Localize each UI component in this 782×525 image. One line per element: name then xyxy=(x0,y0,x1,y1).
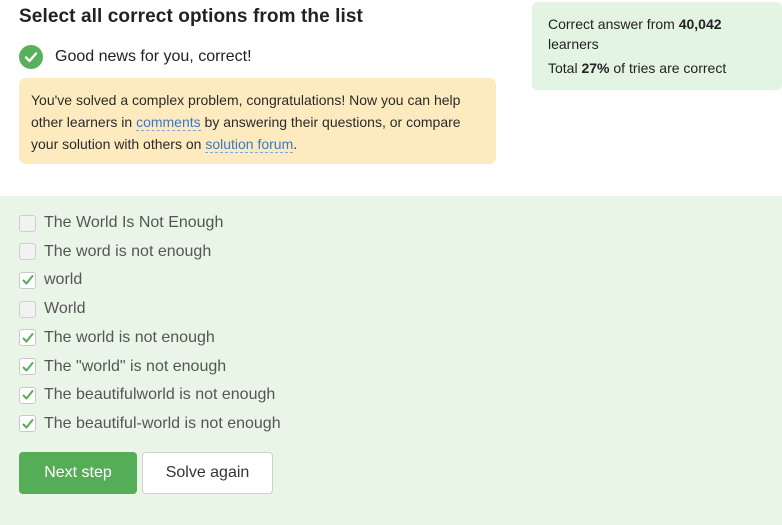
congrats-notice: You've solved a complex problem, congrat… xyxy=(19,78,496,164)
learners-count: 40,042 xyxy=(678,16,722,32)
notice-text-3: . xyxy=(293,136,298,152)
learners-stat: Correct answer from 40,042 learners xyxy=(548,14,766,54)
option-label: The word is not enough xyxy=(44,242,212,260)
option-item[interactable]: World xyxy=(19,297,86,321)
next-step-button[interactable]: Next step xyxy=(19,452,137,494)
feedback-area: Select all correct options from the list… xyxy=(0,0,782,196)
option-item[interactable]: The word is not enough xyxy=(19,240,211,264)
checkmark-icon xyxy=(22,418,33,429)
total-suffix: of tries are correct xyxy=(609,60,727,76)
tries-stat: Total 27% of tries are correct xyxy=(548,58,766,78)
check-circle-icon xyxy=(19,45,43,69)
stats-box: Correct answer from 40,042 learners Tota… xyxy=(532,2,782,90)
checkmark-icon xyxy=(22,332,33,343)
checkbox-checked[interactable] xyxy=(19,386,36,404)
option-label: The world is not enough xyxy=(44,328,215,346)
option-label: world xyxy=(44,271,83,289)
correct-percent: 27% xyxy=(581,60,610,76)
checkbox-checked[interactable] xyxy=(19,271,36,289)
option-label: The World Is Not Enough xyxy=(44,214,224,231)
comments-link[interactable]: comments xyxy=(136,114,201,131)
checkbox[interactable] xyxy=(19,214,36,232)
status-message: Good news for you, correct! xyxy=(55,48,252,65)
checkbox-checked[interactable] xyxy=(19,415,36,433)
solution-forum-link[interactable]: solution forum xyxy=(205,136,294,153)
option-label: The beautiful-world is not enough xyxy=(44,414,281,432)
option-label: World xyxy=(44,300,86,318)
option-label: The "world" is not enough xyxy=(44,357,227,375)
checkbox[interactable] xyxy=(19,300,36,318)
checkbox-checked[interactable] xyxy=(19,329,36,347)
status-row: Good news for you, correct! xyxy=(19,45,252,69)
checkbox-checked[interactable] xyxy=(19,358,36,375)
learners-prefix: Correct answer from xyxy=(548,16,679,32)
option-label: The beautifulworld is not enough xyxy=(44,386,276,404)
checkmark-icon xyxy=(22,275,33,285)
option-item[interactable]: The beautiful-world is not enough xyxy=(19,412,281,436)
checkbox[interactable] xyxy=(19,243,36,261)
option-item[interactable]: The beautifulworld is not enough xyxy=(19,383,275,407)
checkmark-icon xyxy=(22,390,33,400)
checkmark-icon xyxy=(22,361,33,371)
solve-again-button[interactable]: Solve again xyxy=(142,452,273,494)
learners-suffix: learners xyxy=(548,36,599,52)
page-title: Select all correct options from the list xyxy=(19,6,363,27)
option-item[interactable]: world xyxy=(19,268,82,292)
answer-options-panel: The World Is Not Enough The word is not e… xyxy=(0,196,782,525)
option-item[interactable]: The World Is Not Enough xyxy=(19,211,223,235)
option-item[interactable]: The "world" is not enough xyxy=(19,355,226,379)
option-item[interactable]: The world is not enough xyxy=(19,326,215,350)
total-prefix: Total xyxy=(548,60,582,76)
